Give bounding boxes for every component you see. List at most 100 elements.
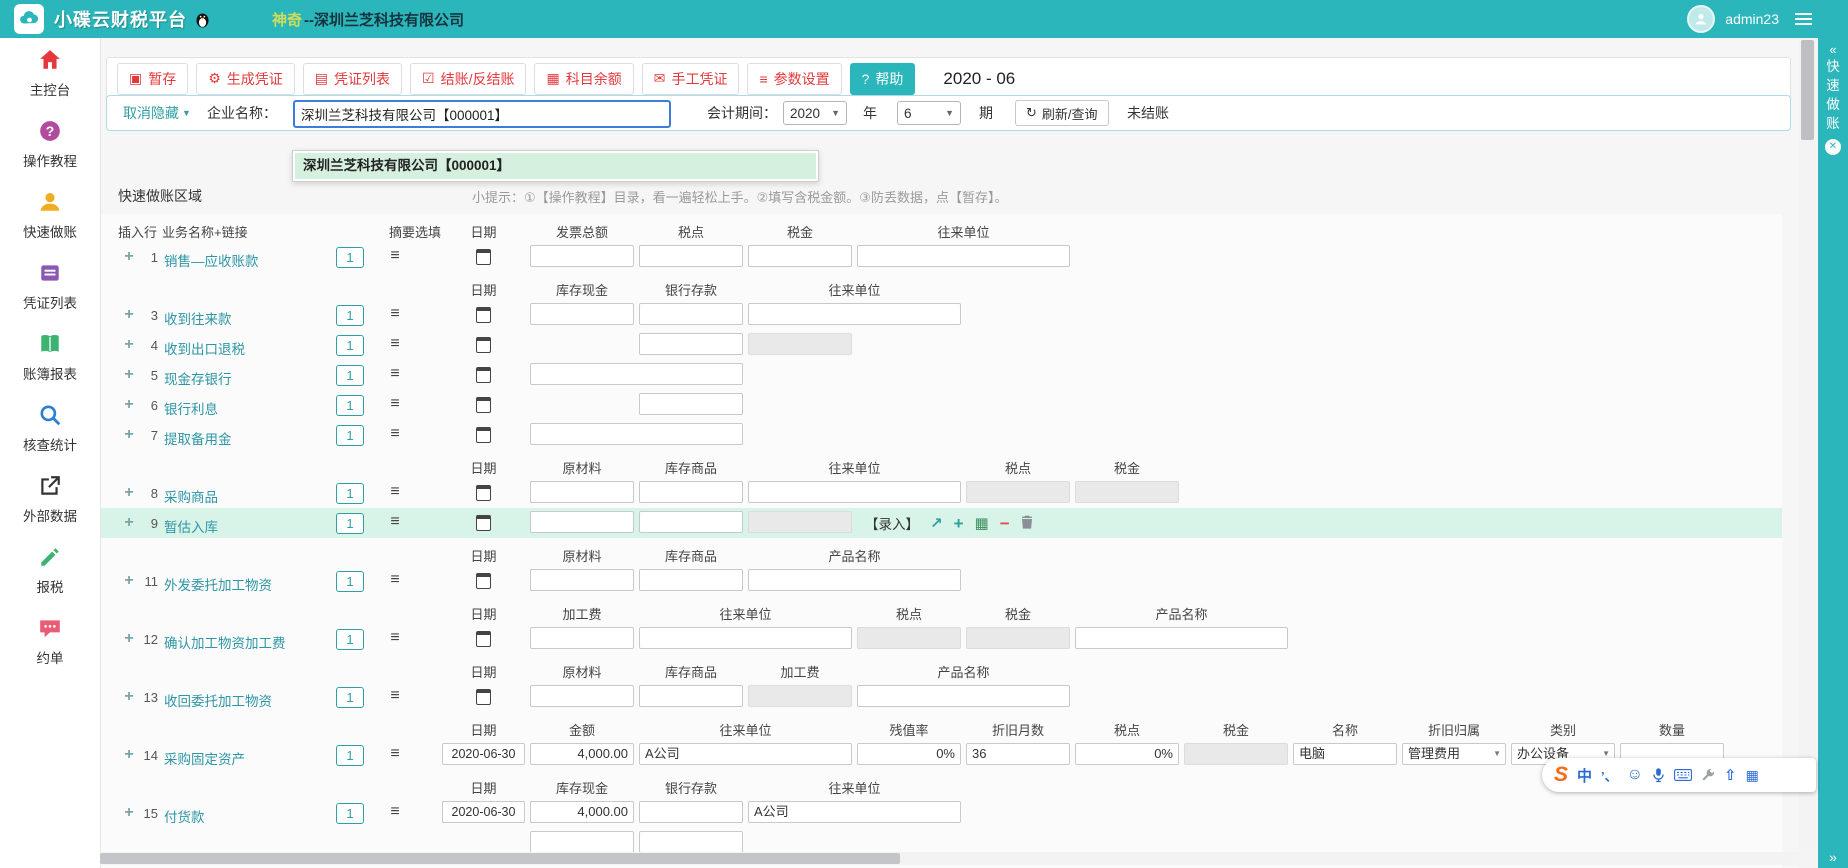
date-picker-icon[interactable] [442,485,525,504]
summary-select-icon[interactable]: ≡ [383,395,407,413]
field-input[interactable] [748,303,961,325]
field-input[interactable] [639,801,743,823]
date-picker-icon[interactable] [442,397,525,416]
summary-select-icon[interactable]: ≡ [383,803,407,821]
summary-select-icon[interactable]: ≡ [383,305,407,323]
sidebar-item-ledger[interactable]: 账簿报表 [0,322,100,393]
sogou-logo-icon[interactable]: S [1554,763,1568,787]
field-input[interactable]: 36 [966,743,1070,765]
field-input[interactable] [639,245,743,267]
summary-select-icon[interactable]: ≡ [383,365,407,383]
business-name-link[interactable]: 收回委托加工物资 [164,690,272,710]
date-picker-icon[interactable] [442,631,525,650]
entry-count-badge[interactable]: 1 [336,745,364,766]
punctuation-icon[interactable]: ’、 [1601,766,1618,785]
field-input[interactable] [857,245,1070,267]
field-input[interactable] [639,511,743,533]
sidebar-item-tax[interactable]: 报税 [0,535,100,606]
collapse-panel-icon[interactable]: « [1829,42,1836,57]
month-select[interactable]: 6▼ [897,101,961,125]
field-input[interactable] [639,569,743,591]
entry-count-badge[interactable]: 1 [336,629,364,650]
closing-button[interactable]: ☑结账/反结账 [410,63,526,95]
date-picker-icon[interactable] [442,515,525,534]
field-select[interactable]: 管理费用▼ [1402,743,1506,765]
voucher-list-button[interactable]: ▤凭证列表 [303,63,402,95]
business-name-link[interactable]: 现金存银行 [164,368,232,388]
field-input[interactable] [639,333,743,355]
field-input[interactable] [1075,627,1288,649]
date-picker-icon[interactable] [442,367,525,386]
summary-select-icon[interactable]: ≡ [383,483,407,501]
generate-voucher-button[interactable]: ⚙生成凭证 [196,63,295,95]
summary-select-icon[interactable]: ≡ [383,629,407,647]
field-input[interactable] [639,627,852,649]
field-input[interactable] [530,511,634,533]
field-input[interactable] [748,481,961,503]
field-input[interactable] [639,831,743,853]
emoji-icon[interactable]: ☺ [1627,766,1643,784]
sidebar-item-console[interactable]: 主控台 [0,38,100,109]
sidebar-item-external[interactable]: 外部数据 [0,464,100,535]
horizontal-scrollbar-thumb[interactable] [100,853,900,864]
date-field[interactable]: 2020-06-30 [442,743,525,765]
field-input[interactable] [639,685,743,707]
entry-count-badge[interactable]: 1 [336,395,364,416]
field-input[interactable] [639,303,743,325]
field-input[interactable] [639,481,743,503]
date-picker-icon[interactable] [442,307,525,326]
field-input[interactable]: A公司 [748,801,961,823]
summary-select-icon[interactable]: ≡ [383,247,407,265]
export-icon[interactable]: ↗ [930,516,943,531]
field-input[interactable] [530,685,634,707]
field-input[interactable] [530,481,634,503]
business-name-link[interactable]: 暂估入库 [164,516,218,536]
entry-count-badge[interactable]: 1 [336,305,364,326]
help-button[interactable]: ?帮助 [850,63,916,95]
apps-grid-icon[interactable]: ▦ [1746,767,1759,784]
field-input[interactable] [530,423,743,445]
upload-icon[interactable]: ⇧ [1724,766,1737,784]
field-input[interactable] [530,303,634,325]
business-name-link[interactable]: 银行利息 [164,398,218,418]
entry-link[interactable]: 【录入】 [865,513,919,533]
company-suggestion-item[interactable]: 深圳兰芝科技有限公司【000001】 [295,153,816,179]
business-name-link[interactable]: 付货款 [164,806,205,826]
field-input[interactable] [530,245,634,267]
field-input[interactable]: 电脑 [1293,743,1397,765]
refresh-query-button[interactable]: ↻刷新/查询 [1015,100,1109,126]
field-input[interactable] [530,363,743,385]
minus-icon[interactable]: − [1000,515,1010,532]
field-input[interactable]: 4,000.00 [530,743,634,765]
entry-count-badge[interactable]: 1 [336,483,364,504]
sidebar-item-order[interactable]: 约单 [0,606,100,677]
field-input[interactable] [748,245,852,267]
date-picker-icon[interactable] [442,427,525,446]
chinese-mode-icon[interactable]: 中 [1577,765,1592,786]
business-name-link[interactable]: 采购固定资产 [164,748,245,768]
field-input[interactable]: 0% [1075,743,1179,765]
toolbox-icon[interactable] [1701,768,1715,782]
entry-count-badge[interactable]: 1 [336,687,364,708]
summary-select-icon[interactable]: ≡ [383,687,407,705]
date-picker-icon[interactable] [442,689,525,708]
field-input[interactable] [530,831,634,853]
chevrons-down-icon[interactable]: » [1818,849,1848,865]
business-name-link[interactable]: 采购商品 [164,486,218,506]
field-input[interactable]: 4,000.00 [530,801,634,823]
close-strip-icon[interactable]: ✕ [1825,139,1841,155]
add-icon[interactable]: + [954,515,964,532]
entry-count-badge[interactable]: 1 [336,513,364,534]
app-logo-icon[interactable] [14,4,44,34]
temp-save-button[interactable]: ▣暂存 [117,63,188,95]
field-input[interactable]: A公司 [639,743,852,765]
calculator-icon[interactable]: ▦ [975,516,989,531]
field-input[interactable] [530,627,634,649]
field-input[interactable] [748,569,961,591]
entry-count-badge[interactable]: 1 [336,803,364,824]
summary-select-icon[interactable]: ≡ [383,571,407,589]
sidebar-item-quick[interactable]: 快速做账 [0,180,100,251]
summary-select-icon[interactable]: ≡ [383,513,407,531]
field-input[interactable] [530,569,634,591]
business-name-link[interactable]: 外发委托加工物资 [164,574,272,594]
